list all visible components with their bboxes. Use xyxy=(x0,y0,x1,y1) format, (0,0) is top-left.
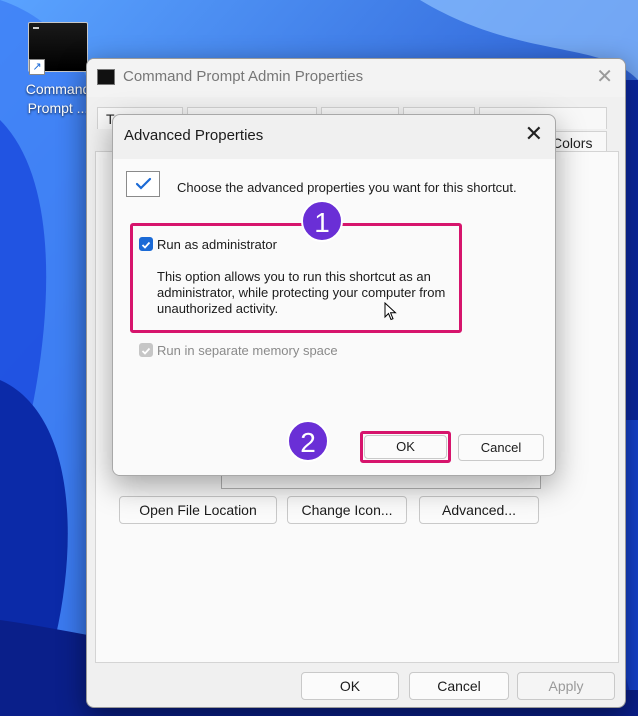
run-as-administrator-label[interactable]: Run as administrator xyxy=(157,237,277,252)
dialog-cancel-button[interactable]: Cancel xyxy=(458,434,544,461)
checkmark-icon xyxy=(141,347,151,355)
window-titlebar[interactable]: Command Prompt Admin Properties ✕ xyxy=(87,59,625,97)
dialog-intro-text: Choose the advanced properties you want … xyxy=(177,180,517,195)
step-1-badge: 1 xyxy=(301,200,343,242)
run-as-administrator-checkbox[interactable] xyxy=(139,237,153,251)
apply-button[interactable]: Apply xyxy=(517,672,615,700)
advanced-properties-icon xyxy=(126,171,160,197)
change-icon-button[interactable]: Change Icon... xyxy=(287,496,407,524)
dialog-title: Advanced Properties xyxy=(124,127,264,144)
advanced-properties-dialog: Advanced Properties ✕ Choose the advance… xyxy=(112,114,556,476)
close-icon[interactable]: ✕ xyxy=(525,121,543,147)
shortcut-arrow-icon: ↗ xyxy=(29,59,45,75)
dialog-ok-button[interactable]: OK xyxy=(364,435,447,459)
advanced-button[interactable]: Advanced... xyxy=(419,496,539,524)
run-as-administrator-description: This option allows you to run this short… xyxy=(157,269,446,316)
step-2-badge: 2 xyxy=(287,420,329,462)
checkmark-icon xyxy=(135,177,152,190)
mouse-pointer-icon xyxy=(384,302,397,321)
open-file-location-button[interactable]: Open File Location xyxy=(119,496,277,524)
checkmark-icon xyxy=(141,241,151,249)
separate-memory-label: Run in separate memory space xyxy=(157,343,338,358)
ok-button[interactable]: OK xyxy=(301,672,399,700)
command-prompt-icon xyxy=(97,69,115,85)
separate-memory-checkbox[interactable] xyxy=(139,343,153,357)
close-icon[interactable]: ✕ xyxy=(596,65,613,89)
cancel-button[interactable]: Cancel xyxy=(409,672,509,700)
window-title: Command Prompt Admin Properties xyxy=(123,68,364,85)
desktop-icon-label: Command Prompt ... xyxy=(25,81,91,116)
